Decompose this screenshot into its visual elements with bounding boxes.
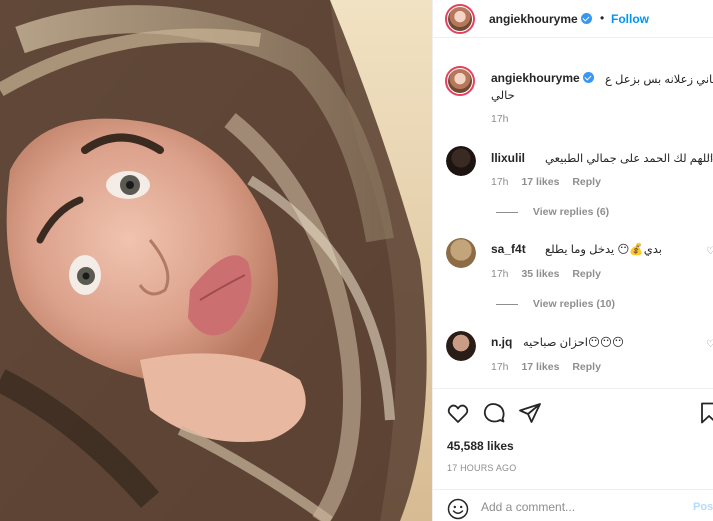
comment-text: احزان صباحيه😶😶😶 (523, 337, 624, 349)
view-replies-label[interactable]: View replies (10) (533, 298, 615, 310)
selfie-image (0, 0, 432, 521)
commenter-avatar[interactable] (446, 331, 476, 361)
post-comment-button[interactable]: Pos (693, 501, 713, 513)
post-details-panel: angiekhouryme • Follow angiekhouryme انا… (432, 0, 713, 521)
comment-meta: 17h 17 likes Reply (491, 176, 611, 188)
commenter-avatar-image (446, 331, 476, 361)
comment-reply-button[interactable]: Reply (572, 361, 601, 373)
header-separator: • (600, 11, 605, 25)
speech-bubble-icon[interactable] (482, 401, 506, 425)
smiley-icon[interactable] (447, 498, 469, 520)
comment-likes[interactable]: 17 likes (521, 361, 559, 373)
comment-username[interactable]: sa_f4t (491, 242, 526, 256)
author-username-text[interactable]: angiekhouryme (489, 12, 578, 26)
commenter-avatar[interactable] (446, 146, 476, 176)
comment-text: اللهم لك الحمد على جمالي الطبيعي ⏰ (545, 153, 713, 165)
caption-text-line2: حالي (491, 90, 515, 102)
view-replies-button[interactable]: View replies (6) (496, 206, 609, 218)
author-username-header[interactable]: angiekhouryme (489, 12, 592, 26)
comment-reply-button[interactable]: Reply (572, 176, 601, 188)
comment-likes[interactable]: 17 likes (521, 176, 559, 188)
caption-time[interactable]: 17h (491, 113, 509, 125)
likes-count[interactable]: 45,588 likes (447, 439, 514, 453)
comment-username[interactable]: llixulil (491, 151, 525, 165)
comment-text: بدي💰😶 يدخل وما يطلع (545, 244, 662, 256)
comment-username[interactable]: n.jq (491, 335, 512, 349)
comment-like-heart-icon[interactable]: ♡ (706, 246, 713, 257)
post-timestamp[interactable]: 17 HOURS AGO (447, 463, 516, 473)
caption-username[interactable]: angiekhouryme (491, 71, 594, 85)
author-avatar-image (448, 7, 472, 31)
author-avatar[interactable] (445, 4, 475, 34)
commenter-avatar[interactable] (446, 238, 476, 268)
follow-button[interactable]: Follow (611, 12, 649, 26)
post-photo[interactable] (0, 0, 432, 521)
comment-time[interactable]: 17h (491, 268, 509, 280)
view-replies-button[interactable]: View replies (10) (496, 298, 615, 310)
comment-time[interactable]: 17h (491, 361, 509, 373)
paper-plane-icon[interactable] (518, 401, 542, 425)
verified-badge-icon (582, 72, 594, 83)
post-header: angiekhouryme • Follow (433, 0, 713, 38)
add-comment-row: Pos (433, 489, 713, 521)
comment-like-heart-icon[interactable]: ♡ (706, 154, 713, 165)
comment-time[interactable]: 17h (491, 176, 509, 188)
comment-meta: 17h 17 likes Reply (491, 361, 611, 373)
comment-input[interactable] (481, 496, 681, 518)
caption-avatar[interactable] (445, 66, 475, 96)
comments-list[interactable]: angiekhouryme انا ماني زعلانه بس بزعل ع … (433, 39, 713, 388)
bookmark-icon[interactable] (697, 401, 713, 425)
heart-outline-icon[interactable] (446, 401, 470, 425)
comment-meta: 17h 35 likes Reply (491, 268, 611, 280)
view-replies-label[interactable]: View replies (6) (533, 206, 609, 218)
caption-username-text[interactable]: angiekhouryme (491, 71, 580, 85)
post-actions: 45,588 likes 17 HOURS AGO Pos (433, 388, 713, 521)
commenter-avatar-image (446, 146, 476, 176)
comment-reply-button[interactable]: Reply (572, 268, 601, 280)
comment-likes[interactable]: 35 likes (521, 268, 559, 280)
verified-badge-icon (580, 13, 592, 24)
caption-text-line1: انا ماني زعلانه بس بزعل ع (605, 74, 713, 86)
comment-like-heart-icon[interactable]: ♡ (706, 339, 713, 350)
commenter-avatar-image (446, 238, 476, 268)
caption-avatar-image (448, 69, 472, 93)
